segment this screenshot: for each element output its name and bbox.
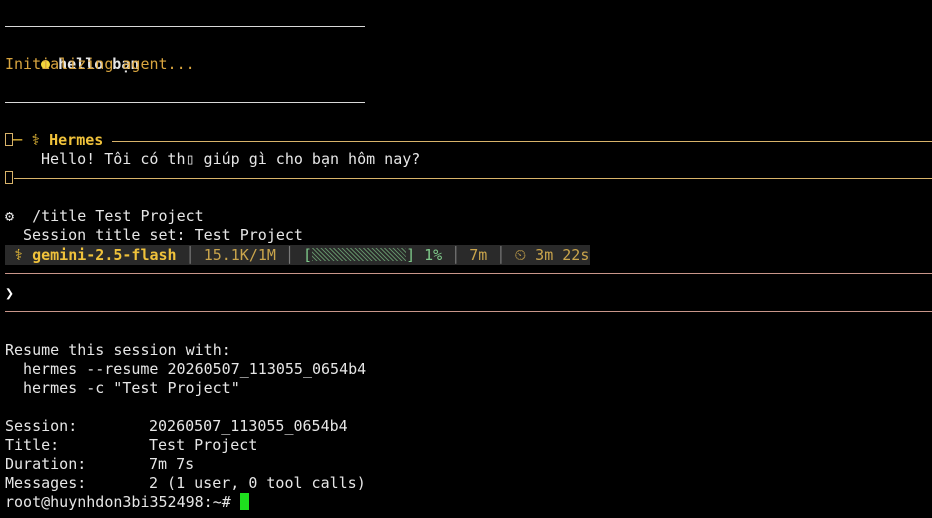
- panel-footer-icon: [5, 171, 13, 184]
- token-usage: 15.1K/1M: [203, 246, 276, 264]
- messages-value: 2 (1 user, 0 tool calls): [149, 474, 366, 492]
- terminal-window[interactable]: hello bạn Initializing agent... ─ ⚕ Herm…: [0, 0, 932, 518]
- session-value: 20260507_113055_0654b4: [149, 417, 348, 435]
- input-top-border: [5, 273, 932, 274]
- resume-command-1: hermes --resume 20260507_113055_0654b4: [23, 360, 367, 378]
- model-name: gemini-2.5-flash: [32, 246, 177, 264]
- panel-corner-icon: [5, 133, 13, 146]
- agent-message: Hello! Tôi có th▯ giúp gì cho bạn hôm na…: [41, 150, 421, 168]
- user-message-line: hello bạn: [5, 36, 139, 73]
- hermes-caduceus-icon: ⚕: [31, 131, 41, 149]
- initializing-status: Initializing agent...: [5, 55, 195, 73]
- agent-panel-footer: [5, 169, 13, 188]
- session-time: 7m: [469, 246, 488, 264]
- context-percent: 1%: [424, 246, 443, 264]
- messages-label: Messages:: [5, 474, 87, 492]
- duration-value: 7m 7s: [149, 455, 195, 473]
- input-prompt-caret[interactable]: ❯: [5, 284, 14, 303]
- command-line: ⚙ /title Test Project: [5, 207, 204, 226]
- agent-panel-top-border: [112, 141, 932, 142]
- context-usage-bar: [312, 248, 407, 261]
- command-text: /title Test Project: [32, 207, 204, 225]
- status-bar: ⚕ gemini-2.5-flash │ 15.1K/1M │ [] 1% │ …: [5, 245, 590, 265]
- agent-name: Hermes: [49, 131, 104, 149]
- resume-command-2: hermes -c "Test Project": [23, 379, 240, 397]
- agent-panel-bottom-border: [14, 178, 932, 179]
- resume-heading: Resume this session with:: [5, 341, 231, 359]
- gear-icon: ⚙: [5, 207, 15, 225]
- input-bottom-border: [5, 311, 932, 312]
- top-divider: [5, 26, 365, 27]
- elapsed-time: 3m 22s: [535, 246, 590, 264]
- duration-label: Duration:: [5, 455, 87, 473]
- timer-icon: ⏲: [514, 246, 527, 264]
- title-label: Title:: [5, 436, 60, 454]
- terminal-cursor: [239, 493, 249, 510]
- session-label: Session:: [5, 417, 78, 435]
- title-value: Test Project: [149, 436, 258, 454]
- agent-panel-header: ─ ⚕ Hermes: [5, 131, 103, 150]
- model-icon: ⚕: [14, 246, 24, 264]
- command-result: Session title set: Test Project: [23, 226, 303, 244]
- middle-divider: [5, 102, 365, 103]
- shell-prompt-line[interactable]: root@huynhdon3bi352498:~#: [5, 493, 249, 512]
- shell-prompt: root@huynhdon3bi352498:~#: [5, 493, 231, 511]
